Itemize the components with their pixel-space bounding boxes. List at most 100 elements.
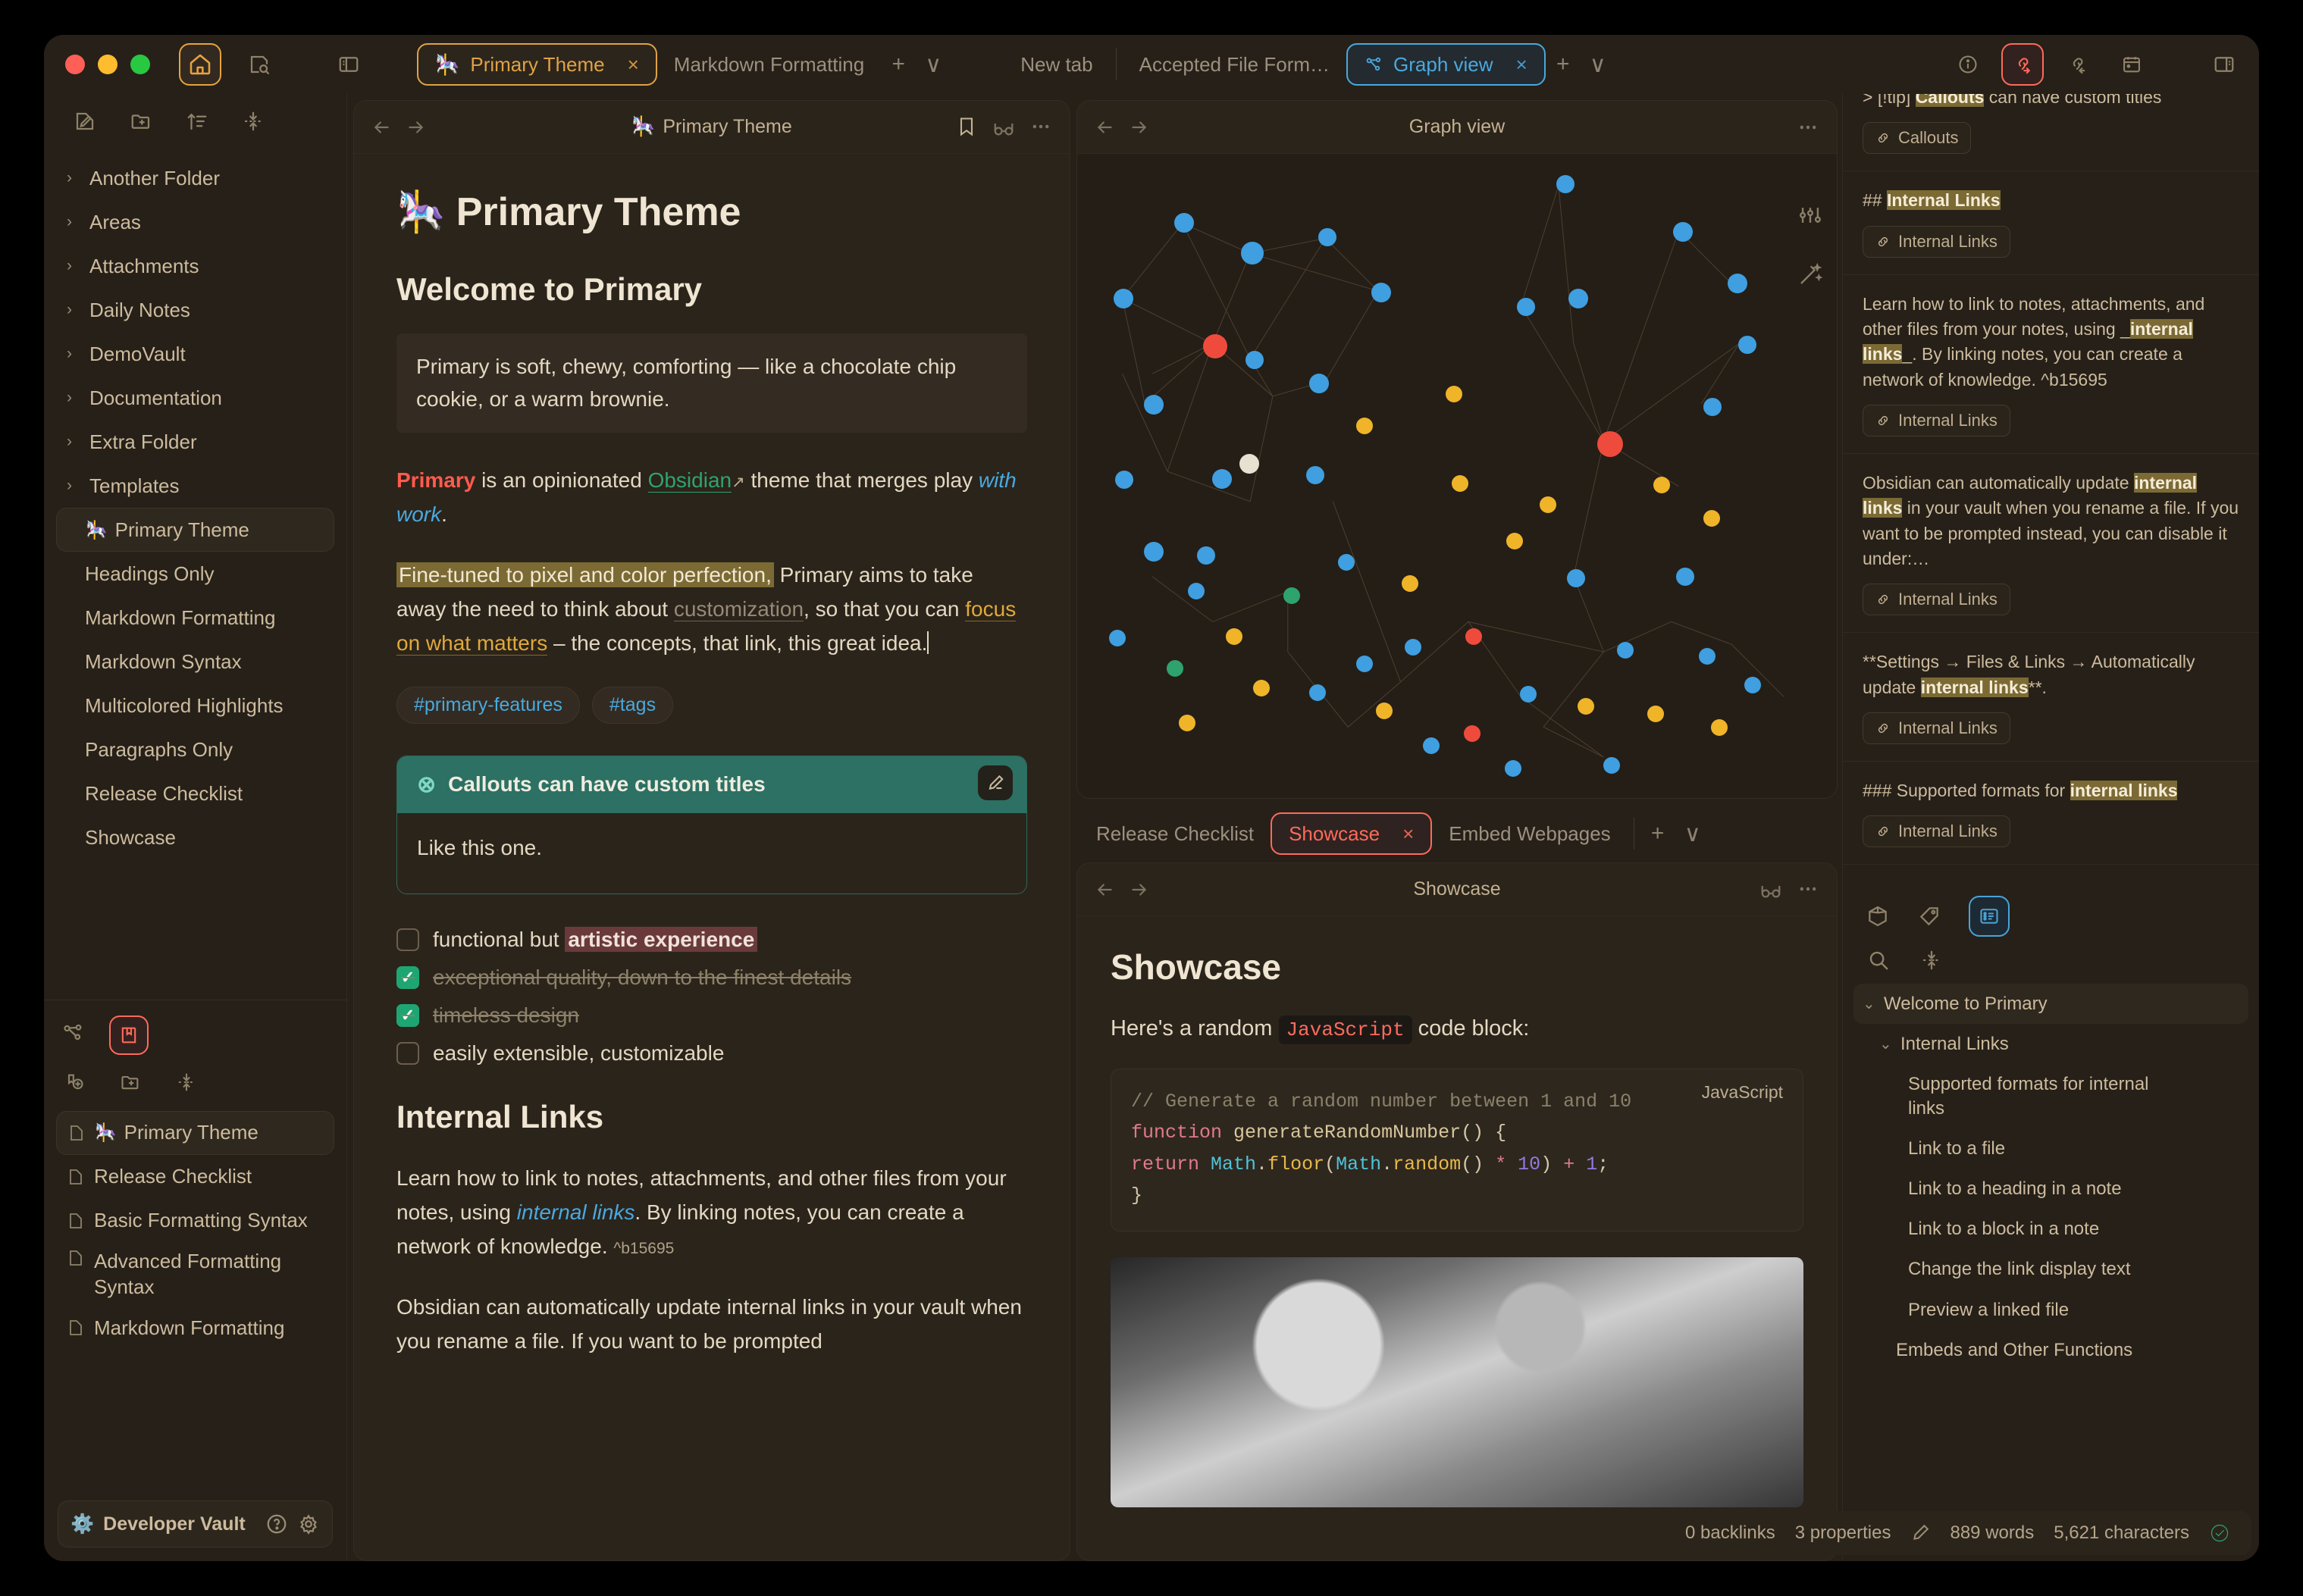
more-options-button[interactable] bbox=[1797, 117, 1819, 138]
bookmarks-panel-tab[interactable] bbox=[109, 1015, 149, 1055]
graph-node[interactable] bbox=[1728, 274, 1747, 293]
graph-node[interactable] bbox=[1464, 725, 1480, 742]
sort-button[interactable] bbox=[180, 105, 214, 138]
tag-primary-features[interactable]: #primary-features bbox=[396, 686, 580, 724]
tags-panel-tab[interactable] bbox=[1917, 904, 1941, 928]
tag-tags[interactable]: #tags bbox=[591, 686, 674, 724]
tab-list-button[interactable]: ∨ bbox=[916, 47, 951, 82]
task-item[interactable]: ✓ timeless design bbox=[396, 1003, 1027, 1028]
maximize-window-button[interactable] bbox=[130, 55, 150, 74]
graph-node[interactable] bbox=[1212, 469, 1232, 489]
editor-document[interactable]: 🎠 Primary Theme Welcome to Primary Prima… bbox=[354, 154, 1070, 1560]
tab-accepted-file-formats[interactable]: Accepted File Form… bbox=[1123, 43, 1346, 86]
outline-panel-tab[interactable] bbox=[1969, 896, 2010, 937]
bookmark-row[interactable]: Markdown Formatting bbox=[56, 1306, 334, 1350]
tab-graph-view[interactable]: Graph view × bbox=[1346, 43, 1546, 86]
graph-node[interactable] bbox=[1402, 575, 1418, 592]
checkbox-checked[interactable]: ✓ bbox=[396, 965, 419, 989]
folder-row[interactable]: › Daily Notes bbox=[56, 288, 334, 332]
word-count[interactable]: 889 words bbox=[1950, 1522, 2034, 1544]
graph-node[interactable] bbox=[1578, 698, 1594, 715]
new-note-button[interactable] bbox=[68, 105, 102, 138]
callout-edit-button[interactable] bbox=[978, 765, 1013, 800]
graph-node[interactable] bbox=[1738, 336, 1756, 354]
graph-node[interactable] bbox=[1371, 283, 1391, 302]
graph-node[interactable] bbox=[1673, 222, 1693, 242]
graph-node[interactable] bbox=[1114, 289, 1133, 308]
task-item[interactable]: functional but artistic experience bbox=[396, 926, 1027, 952]
graph-node[interactable] bbox=[1338, 554, 1355, 571]
link-customization[interactable]: customization bbox=[673, 596, 804, 621]
bookmark-row[interactable]: Basic Formatting Syntax bbox=[56, 1199, 334, 1243]
outline-item[interactable]: Preview a linked file bbox=[1853, 1290, 2248, 1330]
graph-node[interactable] bbox=[1253, 680, 1270, 696]
back-button[interactable] bbox=[1095, 117, 1115, 137]
folder-row[interactable]: › Another Folder bbox=[56, 156, 334, 200]
tab-list-button-secondary[interactable]: ∨ bbox=[1581, 47, 1615, 82]
graph-restore-layout-button[interactable] bbox=[1797, 261, 1823, 287]
checkbox-unchecked[interactable] bbox=[396, 928, 419, 951]
bookmark-row[interactable]: Advanced Formatting Syntax bbox=[56, 1243, 334, 1307]
search-result-item[interactable]: **Settings → Files & Links → Automatical… bbox=[1843, 633, 2259, 762]
more-options-button[interactable] bbox=[1797, 878, 1819, 901]
graph-node[interactable] bbox=[1179, 715, 1195, 731]
graph-node[interactable] bbox=[1517, 298, 1535, 316]
collapse-all-button[interactable] bbox=[237, 105, 270, 138]
new-tab-button[interactable]: + bbox=[881, 47, 916, 82]
graph-node[interactable] bbox=[1197, 546, 1215, 565]
graph-node[interactable] bbox=[1647, 706, 1664, 722]
graph-node[interactable] bbox=[1226, 628, 1242, 645]
chevron-down-icon[interactable]: ⌄ bbox=[1863, 994, 1876, 1014]
checkbox-checked[interactable]: ✓ bbox=[396, 1003, 419, 1027]
file-row[interactable]: Paragraphs Only bbox=[56, 728, 334, 771]
properties-count[interactable]: 3 properties bbox=[1795, 1522, 1891, 1544]
folder-row[interactable]: › Areas bbox=[56, 200, 334, 244]
outline-item[interactable]: Supported formats for internal links bbox=[1853, 1064, 2248, 1128]
graph-node[interactable] bbox=[1283, 587, 1300, 604]
search-result-link-chip[interactable]: Internal Links bbox=[1863, 815, 2010, 848]
tab-close-button[interactable]: × bbox=[628, 53, 639, 77]
folder-row[interactable]: › DemoVault bbox=[56, 332, 334, 376]
external-link-obsidian[interactable]: Obsidian bbox=[647, 468, 732, 493]
graph-node[interactable] bbox=[1356, 418, 1373, 434]
graph-node[interactable] bbox=[1744, 677, 1761, 693]
home-button[interactable] bbox=[179, 43, 221, 86]
tab-primary-theme[interactable]: 🎠 Primary Theme × bbox=[417, 43, 657, 86]
tab-close-button[interactable]: × bbox=[1516, 53, 1528, 77]
info-button[interactable] bbox=[1947, 43, 1989, 86]
graph-node[interactable] bbox=[1703, 510, 1720, 527]
graph-node[interactable] bbox=[1465, 628, 1482, 645]
graph-node[interactable] bbox=[1376, 703, 1393, 719]
graph-node[interactable] bbox=[1109, 630, 1126, 646]
graph-node[interactable] bbox=[1568, 289, 1588, 308]
graph-node[interactable] bbox=[1309, 684, 1326, 701]
more-options-button[interactable] bbox=[1030, 116, 1051, 139]
outline-item[interactable]: Embeds and Other Functions bbox=[1853, 1330, 2248, 1370]
outline-item[interactable]: Link to a block in a note bbox=[1853, 1209, 2248, 1249]
graph-node[interactable] bbox=[1505, 760, 1521, 777]
task-item[interactable]: ✓ exceptional quality, down to the fines… bbox=[396, 965, 1027, 990]
new-bookmark-button[interactable] bbox=[58, 1066, 91, 1099]
bookmark-row-primary-theme[interactable]: 🎠 Primary Theme bbox=[56, 1110, 334, 1155]
graph-node[interactable] bbox=[1306, 466, 1324, 484]
graph-settings-button[interactable] bbox=[1797, 202, 1823, 228]
graph-node[interactable] bbox=[1188, 583, 1205, 599]
graph-node[interactable] bbox=[1174, 213, 1194, 233]
graph-node[interactable] bbox=[1567, 569, 1585, 587]
forward-button[interactable] bbox=[1129, 117, 1148, 137]
graph-node[interactable] bbox=[1540, 496, 1556, 513]
file-row-primary-theme[interactable]: 🎠 Primary Theme bbox=[56, 508, 334, 552]
outgoing-links-button[interactable] bbox=[2001, 43, 2044, 86]
outline-item-internal-links[interactable]: ⌄ Internal Links bbox=[1853, 1024, 2248, 1064]
graph-node[interactable] bbox=[1246, 351, 1264, 369]
character-count[interactable]: 5,621 characters bbox=[2054, 1522, 2189, 1544]
toggle-left-sidebar-button[interactable] bbox=[327, 43, 370, 86]
help-button[interactable] bbox=[265, 1513, 288, 1535]
graph-node-active[interactable] bbox=[1597, 431, 1623, 457]
graph-node[interactable] bbox=[1711, 719, 1728, 736]
graph-node[interactable] bbox=[1241, 242, 1264, 264]
file-row[interactable]: Multicolored Highlights bbox=[56, 684, 334, 728]
search-note-button[interactable] bbox=[238, 43, 280, 86]
outline-item-welcome[interactable]: ⌄ Welcome to Primary bbox=[1853, 984, 2248, 1025]
search-result-link-chip[interactable]: Internal Links bbox=[1863, 225, 2010, 258]
